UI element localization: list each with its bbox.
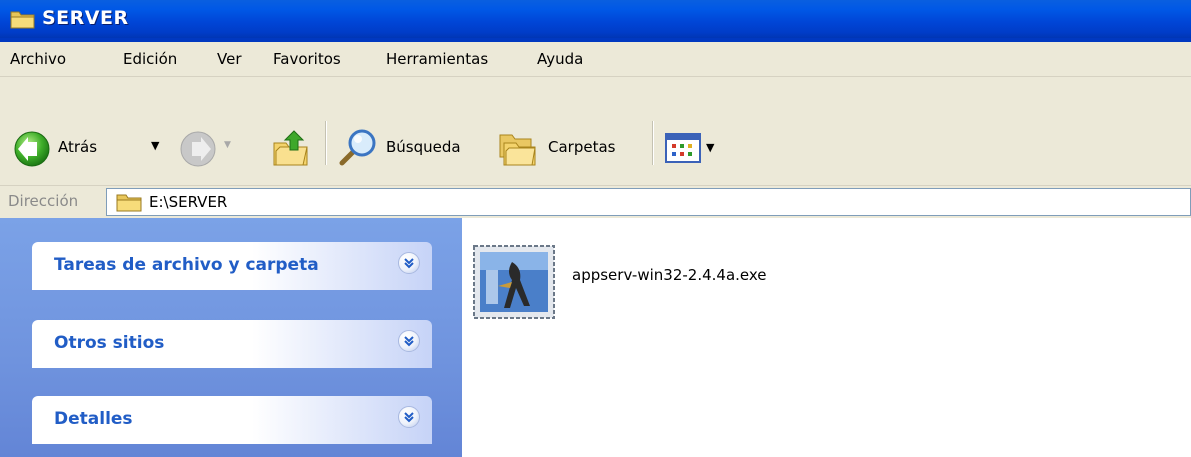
- toolbar-separator: [325, 121, 327, 165]
- panel-file-folder-tasks[interactable]: Tareas de archivo y carpeta: [32, 242, 432, 290]
- search-label: Búsqueda: [386, 138, 461, 156]
- panel-title: Otros sitios: [54, 333, 165, 353]
- expand-chevron-icon[interactable]: [398, 252, 420, 274]
- menu-ayuda[interactable]: Ayuda: [537, 50, 583, 68]
- up-folder-icon: [270, 130, 312, 173]
- panel-title: Detalles: [54, 409, 133, 429]
- views-dropdown-icon[interactable]: ▼: [706, 141, 714, 154]
- panel-details[interactable]: Detalles: [32, 396, 432, 444]
- toolbar-separator: [652, 121, 654, 165]
- address-value: E:\SERVER: [149, 193, 228, 211]
- forward-arrow-icon: [178, 129, 218, 173]
- panel-other-places[interactable]: Otros sitios: [32, 320, 432, 368]
- file-item[interactable]: appserv-win32-2.4.4a.exe: [468, 240, 828, 324]
- task-pane: Tareas de archivo y carpeta Otros sitios…: [0, 218, 462, 457]
- window-title: SERVER: [42, 7, 129, 29]
- folder-icon: [115, 191, 143, 217]
- expand-chevron-icon[interactable]: [398, 330, 420, 352]
- back-label: Atrás: [58, 138, 98, 156]
- panel-title: Tareas de archivo y carpeta: [54, 255, 319, 275]
- menu-bar: Archivo Edición Ver Favoritos Herramient…: [0, 42, 1191, 77]
- menu-archivo[interactable]: Archivo: [10, 50, 66, 68]
- expand-chevron-icon[interactable]: [398, 406, 420, 428]
- title-bar[interactable]: SERVER: [0, 0, 1191, 42]
- forward-dropdown-icon: ▼: [224, 140, 231, 150]
- search-icon: [336, 127, 380, 173]
- installer-exe-icon: [468, 240, 560, 324]
- folders-button[interactable]: Carpetas: [496, 127, 640, 169]
- search-button[interactable]: Búsqueda: [336, 127, 478, 169]
- menu-ver[interactable]: Ver: [217, 50, 242, 68]
- folders-label: Carpetas: [548, 138, 616, 156]
- address-field[interactable]: E:\SERVER: [106, 188, 1191, 216]
- explorer-window: SERVER Archivo Edición Ver Favoritos Her…: [0, 0, 1191, 457]
- file-name: appserv-win32-2.4.4a.exe: [572, 266, 767, 284]
- forward-button[interactable]: ▼: [178, 129, 240, 167]
- back-arrow-icon: [12, 129, 52, 173]
- up-folder-button[interactable]: [270, 127, 312, 169]
- views-button[interactable]: ▼: [664, 131, 724, 167]
- toolbar: Atrás ▼ ▼ Búsqueda Carpetas ▼: [0, 77, 1191, 185]
- address-bar: Dirección E:\SERVER: [0, 185, 1191, 218]
- folder-icon: [10, 8, 36, 30]
- menu-herramientas[interactable]: Herramientas: [386, 50, 488, 68]
- back-dropdown-icon[interactable]: ▼: [151, 139, 159, 152]
- back-button[interactable]: Atrás ▼: [12, 129, 170, 167]
- folders-icon: [496, 127, 540, 173]
- menu-favoritos[interactable]: Favoritos: [273, 50, 341, 68]
- menu-edicion[interactable]: Edición: [123, 50, 177, 68]
- file-list-area[interactable]: appserv-win32-2.4.4a.exe: [462, 218, 1191, 457]
- address-label: Dirección: [8, 192, 79, 210]
- views-icon: [664, 131, 704, 169]
